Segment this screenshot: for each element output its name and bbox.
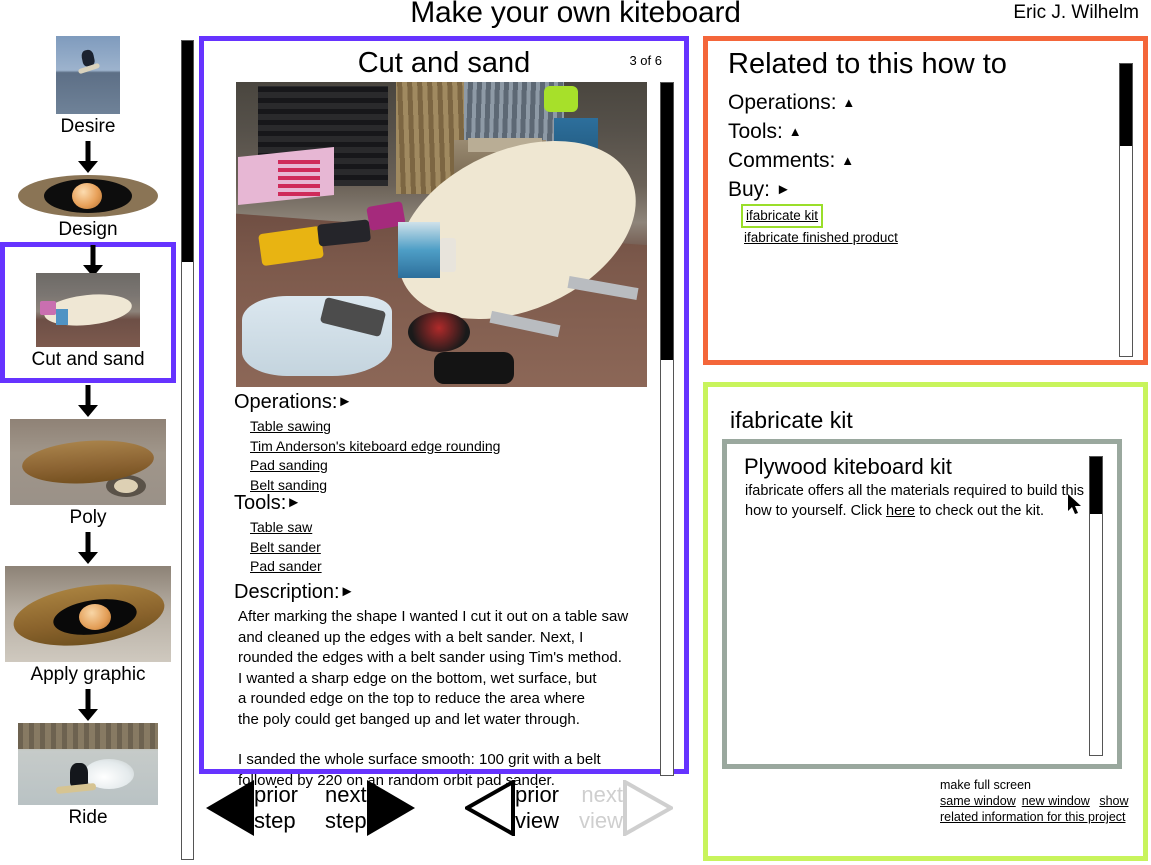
flow-arrow-icon	[5, 243, 176, 273]
tools-heading[interactable]: Tools:►	[234, 492, 301, 515]
make-full-screen-label: make full screen	[940, 778, 1032, 792]
tools-link[interactable]: Pad sander	[250, 557, 322, 577]
prior-step-label-line1: prior	[254, 782, 299, 807]
sidebar-step-ride[interactable]: Ride	[0, 721, 176, 830]
main-panel-scrollbar-thumb[interactable]	[661, 83, 673, 360]
next-step-button[interactable]: next step	[325, 780, 415, 836]
buy-link-ifabricate-finished-product[interactable]: ifabricate finished product	[744, 228, 898, 248]
operations-link[interactable]: Pad sanding	[250, 456, 500, 476]
main-panel-scrollbar[interactable]	[660, 82, 674, 776]
kit-box-scrollbar-thumb[interactable]	[1090, 457, 1102, 514]
triangle-right-icon: ►	[775, 181, 791, 198]
triangle-right-outline-icon	[623, 780, 674, 836]
triangle-right-icon: ►	[286, 494, 302, 511]
prior-step-button[interactable]: prior step	[206, 780, 298, 836]
sidebar-step-cut-and-sand[interactable]: Cut and sand	[0, 242, 176, 383]
triangle-up-icon: ▲	[841, 153, 855, 168]
kit-panel-title: ifabricate kit	[730, 407, 853, 433]
prior-view-label-line2: view	[515, 808, 560, 833]
next-step-label-line2: step	[325, 808, 367, 833]
tools-link-list: Table saw Belt sander Pad sander	[250, 518, 322, 577]
sidebar-step-label: Poly	[69, 507, 107, 528]
triangle-right-icon: ►	[337, 393, 353, 410]
cut-and-sand-thumbnail[interactable]	[36, 273, 140, 347]
tools-link[interactable]: Belt sander	[250, 538, 322, 558]
kit-product-box: Plywood kiteboard kit ifabricate offers …	[722, 439, 1122, 769]
sidebar-scrollbar-thumb[interactable]	[182, 41, 193, 262]
prior-view-button[interactable]: prior view	[465, 780, 559, 836]
page-header: Make your own kiteboard Eric J. Wilhelm	[0, 0, 1151, 34]
desire-thumbnail[interactable]	[56, 36, 120, 114]
sidebar-step-label: Cut and sand	[31, 349, 145, 370]
sidebar-scrollbar[interactable]	[181, 40, 194, 860]
sidebar-step-poly[interactable]: Poly	[0, 417, 176, 530]
new-window-link[interactable]: new window	[1022, 794, 1090, 808]
next-view-button[interactable]: next view	[579, 780, 674, 836]
same-window-link[interactable]: same window	[940, 794, 1016, 808]
step-photo[interactable]	[236, 82, 647, 387]
next-step-label-line1: next	[325, 782, 367, 807]
next-view-label-line1: next	[581, 782, 624, 807]
prior-view-label-line1: prior	[515, 782, 560, 807]
operations-link-list: Table sawing Tim Anderson's kiteboard ed…	[250, 417, 500, 495]
flow-arrow-icon	[0, 530, 176, 564]
operations-heading[interactable]: Operations:►	[234, 391, 352, 414]
sidebar-step-label: Desire	[60, 116, 116, 137]
triangle-left-solid-icon	[206, 780, 254, 836]
flow-arrow-icon	[0, 139, 176, 173]
flow-arrow-icon	[0, 687, 176, 721]
sidebar-step-apply-graphic[interactable]: Apply graphic	[0, 564, 176, 687]
description-body: After marking the shape I wanted I cut i…	[238, 607, 678, 791]
sidebar-step-desire[interactable]: Desire	[0, 34, 176, 139]
triangle-right-solid-icon	[366, 780, 415, 836]
sidebar-step-label: Apply graphic	[30, 664, 146, 685]
kit-here-link[interactable]: here	[886, 503, 915, 519]
tools-link[interactable]: Table saw	[250, 518, 322, 538]
ride-thumbnail[interactable]	[18, 723, 158, 805]
navigation-bar: prior step next step prior view next vie…	[199, 780, 689, 860]
related-comments-row[interactable]: Comments: ▲	[728, 149, 854, 173]
step-flow-sidebar: Desire Design Cut and sand Poly Apply gr…	[0, 34, 176, 865]
description-heading[interactable]: Description:►	[234, 581, 354, 604]
related-buy-row[interactable]: Buy: ►	[728, 178, 791, 202]
poly-thumbnail[interactable]	[10, 419, 166, 505]
triangle-up-icon: ▲	[788, 124, 802, 139]
related-panel-title: Related to this how to	[728, 48, 1007, 80]
kit-footer-links: make full screen same window new window s…	[940, 777, 1140, 825]
related-tools-row[interactable]: Tools: ▲	[728, 120, 802, 144]
kit-box-scrollbar[interactable]	[1089, 456, 1103, 756]
triangle-right-icon: ►	[339, 583, 355, 600]
related-panel-scrollbar[interactable]	[1119, 63, 1133, 357]
operations-link[interactable]: Table sawing	[250, 417, 500, 437]
page-counter: 3 of 6	[629, 53, 662, 68]
kit-product-description: ifabricate offers all the materials requ…	[745, 482, 1093, 521]
apply-graphic-thumbnail[interactable]	[5, 566, 171, 662]
sidebar-step-design[interactable]: Design	[0, 173, 176, 242]
related-panel-scrollbar-thumb[interactable]	[1120, 64, 1132, 146]
buy-link-ifabricate-kit[interactable]: ifabricate kit	[741, 204, 824, 228]
kit-product-title: Plywood kiteboard kit	[744, 454, 952, 479]
triangle-up-icon: ▲	[842, 95, 856, 110]
page-title: Make your own kiteboard	[410, 0, 741, 29]
triangle-left-outline-icon	[465, 780, 515, 836]
related-panel: Related to this how to Operations: ▲ Too…	[703, 36, 1148, 365]
next-view-label-line2: view	[579, 808, 624, 833]
kit-body-after: to check out the kit.	[915, 502, 1045, 519]
buy-link-list: ifabricate kit ifabricate finished produ…	[741, 204, 898, 248]
description-paragraph: After marking the shape I wanted I cut i…	[238, 608, 629, 728]
design-thumbnail[interactable]	[18, 175, 158, 217]
prior-step-label-line2: step	[254, 808, 296, 833]
sidebar-step-label: Design	[58, 219, 118, 240]
kit-panel: ifabricate kit Plywood kiteboard kit ifa…	[703, 382, 1148, 861]
flow-arrow-icon	[0, 383, 176, 417]
operations-link[interactable]: Tim Anderson's kiteboard edge rounding	[250, 437, 500, 457]
related-operations-row[interactable]: Operations: ▲	[728, 91, 855, 115]
author-name: Eric J. Wilhelm	[1013, 2, 1139, 23]
step-title: Cut and sand	[357, 47, 531, 79]
step-detail-panel: Cut and sand 3 of 6 Operations:► Table s…	[199, 36, 689, 789]
sidebar-step-label: Ride	[68, 807, 108, 828]
